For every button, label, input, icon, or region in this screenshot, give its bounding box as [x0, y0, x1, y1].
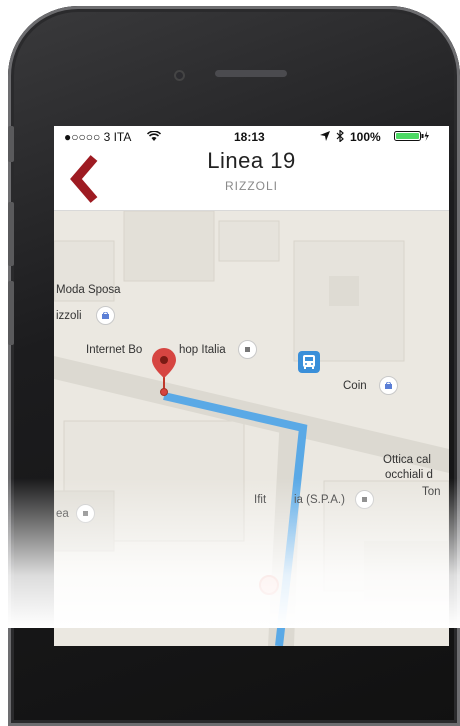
bag-icon	[385, 382, 392, 389]
ifitalia-poi-icon[interactable]	[355, 490, 374, 509]
location-arrow-icon	[320, 131, 330, 141]
label-ifitalia: Ifit	[254, 494, 267, 506]
bag-icon	[102, 312, 109, 319]
label-internet-shop-tail: hop Italia	[179, 344, 226, 356]
map-pin-icon[interactable]	[151, 348, 177, 396]
phone-volume-down	[8, 281, 14, 345]
generic-poi-icon[interactable]	[238, 340, 257, 359]
phone-volume-up	[8, 202, 14, 266]
carrier-signal: ●○○○○ 3 ITA	[64, 130, 132, 144]
line-title: Linea 19	[207, 148, 296, 173]
label-area: ea	[56, 508, 69, 520]
phone-screen: ●○○○○ 3 ITA 18:13 100% Linea 19 RIZZOLI …	[54, 126, 449, 646]
square-dot-icon	[83, 511, 88, 516]
navigation-bar: Linea 19 RIZZOLI	[54, 146, 449, 211]
map-view[interactable]: Moda Sposa izzoli Internet Bo hop Italia	[54, 211, 449, 646]
battery-percent: 100%	[350, 130, 381, 144]
battery-icon	[394, 131, 429, 141]
phone-frame: ●○○○○ 3 ITA 18:13 100% Linea 19 RIZZOLI …	[8, 6, 460, 726]
label-ifitalia-tail: ia (S.P.A.)	[294, 494, 345, 506]
square-dot-icon	[245, 347, 250, 352]
label-coin: Coin	[343, 380, 367, 392]
label-ottica-2: occhiali d	[385, 469, 433, 481]
bluetooth-icon	[336, 130, 344, 142]
square-dot-icon	[362, 497, 367, 502]
status-time: 18:13	[234, 130, 265, 144]
area-poi-icon[interactable]	[76, 504, 95, 523]
label-moda-sposa: Moda Sposa	[56, 284, 121, 296]
label-ottica-3: Ton	[422, 486, 441, 498]
wifi-icon	[147, 131, 161, 141]
status-bar: ●○○○○ 3 ITA 18:13 100%	[54, 126, 449, 146]
route-end-marker-icon[interactable]	[258, 574, 280, 596]
label-rizzoli: izzoli	[56, 310, 82, 322]
bus-stop-icon[interactable]	[298, 351, 320, 373]
label-ottica-1: Ottica cal	[383, 454, 431, 466]
earpiece-speaker	[215, 70, 287, 77]
map-base	[54, 211, 449, 646]
front-camera	[174, 70, 185, 81]
stop-subtitle: RIZZOLI	[224, 179, 278, 193]
bus-glyph-icon	[303, 355, 315, 369]
coin-shop-poi-icon[interactable]	[379, 376, 398, 395]
shop-poi-icon[interactable]	[96, 306, 115, 325]
phone-mute-switch	[8, 126, 14, 162]
label-internet-shop: Internet Bo	[86, 344, 143, 356]
